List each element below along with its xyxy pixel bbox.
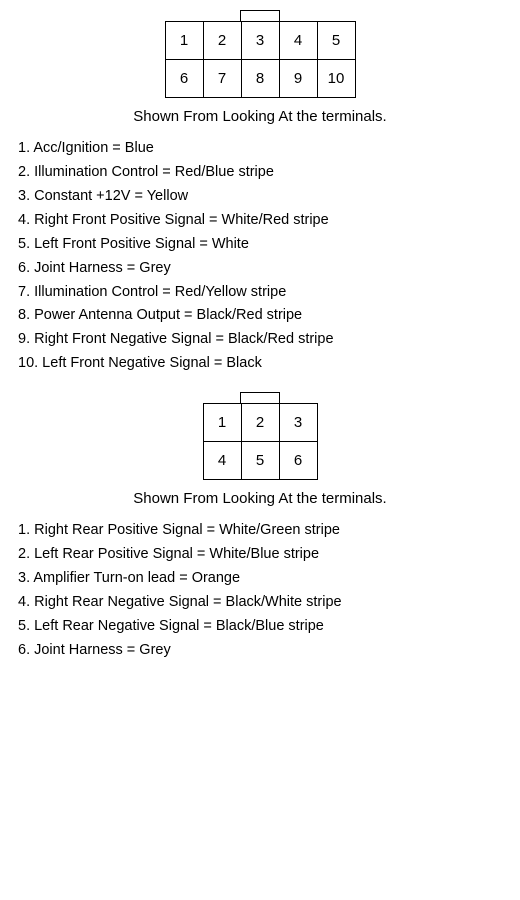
connector2-diagram: 1 2 3 4 5 6	[10, 392, 510, 480]
connector1-row1: 1 2 3 4 5	[165, 22, 355, 60]
connector1-pin-4: 4. Right Front Positive Signal = White/R…	[14, 209, 506, 233]
pin-1: 1	[165, 22, 203, 60]
connector2-row1: 1 2 3	[203, 404, 317, 442]
pin-5: 5	[317, 22, 355, 60]
connector2-pin-6: 6. Joint Harness = Grey	[14, 639, 506, 663]
connector1-diagram: 1 2 3 4 5 6 7 8 9 10	[10, 10, 510, 98]
pin-4: 4	[203, 442, 241, 480]
pin-8: 8	[241, 60, 279, 98]
pin-2: 2	[241, 404, 279, 442]
connector2-row2: 4 5 6	[203, 442, 317, 480]
pin-7: 7	[203, 60, 241, 98]
connector1-caption: Shown From Looking At the terminals.	[10, 106, 510, 127]
pin-3: 3	[279, 404, 317, 442]
pin-6: 6	[279, 442, 317, 480]
pin-9: 9	[279, 60, 317, 98]
connector1-pin-10: 10. Left Front Negative Signal = Black	[14, 352, 506, 376]
pin-5: 5	[241, 442, 279, 480]
connector2-table: 1 2 3 4 5 6	[203, 403, 318, 480]
connector1-pin-8: 8. Power Antenna Output = Black/Red stri…	[14, 304, 506, 328]
connector1-pin-6: 6. Joint Harness = Grey	[14, 257, 506, 281]
pin-3: 3	[241, 22, 279, 60]
connector1-pin-9: 9. Right Front Negative Signal = Black/R…	[14, 328, 506, 352]
connector1-pin-list: 1. Acc/Ignition = Blue 2. Illumination C…	[10, 137, 510, 376]
connector2-caption: Shown From Looking At the terminals.	[10, 488, 510, 509]
connector1-pin-7: 7. Illumination Control = Red/Yellow str…	[14, 281, 506, 305]
connector1-pin-5: 5. Left Front Positive Signal = White	[14, 233, 506, 257]
connector1-pin-2: 2. Illumination Control = Red/Blue strip…	[14, 161, 506, 185]
connector1-pin-3: 3. Constant +12V = Yellow	[14, 185, 506, 209]
pin-4: 4	[279, 22, 317, 60]
connector1-row2: 6 7 8 9 10	[165, 60, 355, 98]
connector2-pin-list: 1. Right Rear Positive Signal = White/Gr…	[10, 519, 510, 663]
pin-6: 6	[165, 60, 203, 98]
connector2-pin-5: 5. Left Rear Negative Signal = Black/Blu…	[14, 615, 506, 639]
connector1-section: 1 2 3 4 5 6 7 8 9 10 Shown From Looking …	[10, 10, 510, 376]
connector2-pin-4: 4. Right Rear Negative Signal = Black/Wh…	[14, 591, 506, 615]
connector1-table: 1 2 3 4 5 6 7 8 9 10	[165, 21, 356, 98]
connector2-pin-3: 3. Amplifier Turn-on lead = Orange	[14, 567, 506, 591]
pin-10: 10	[317, 60, 355, 98]
pin-2: 2	[203, 22, 241, 60]
connector2-pin-2: 2. Left Rear Positive Signal = White/Blu…	[14, 543, 506, 567]
connector2-section: 1 2 3 4 5 6 Shown From Looking At the te…	[10, 392, 510, 663]
connector1-pin-1: 1. Acc/Ignition = Blue	[14, 137, 506, 161]
connector2-pin-1: 1. Right Rear Positive Signal = White/Gr…	[14, 519, 506, 543]
pin-1: 1	[203, 404, 241, 442]
